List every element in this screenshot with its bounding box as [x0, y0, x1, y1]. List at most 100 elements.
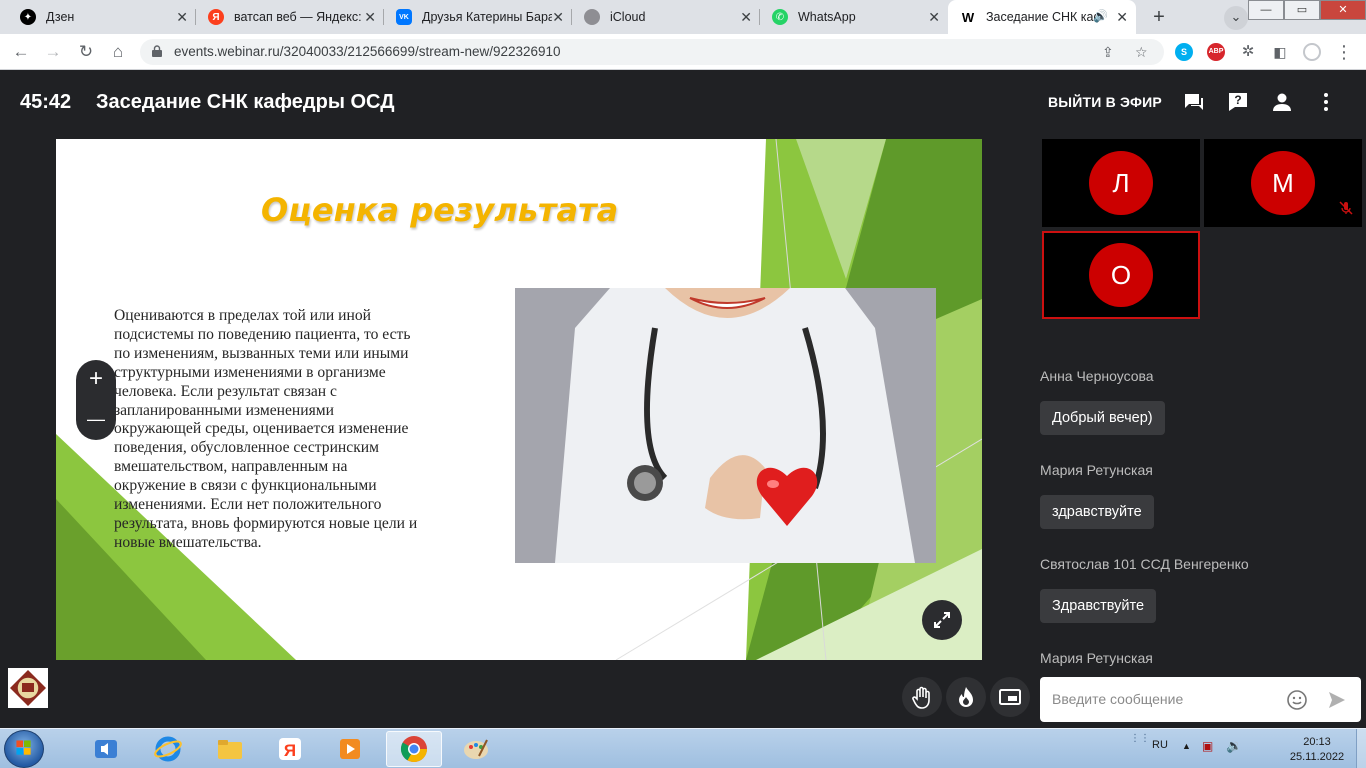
- speaker-icon[interactable]: 🔊: [1093, 9, 1108, 23]
- organization-logo: [8, 668, 48, 708]
- apple-icon: [584, 9, 600, 25]
- close-icon[interactable]: ✕: [928, 9, 940, 26]
- hand-icon: [912, 686, 930, 709]
- picture-in-picture-button[interactable]: [990, 677, 1030, 717]
- chat-input[interactable]: [1052, 689, 1272, 709]
- zoom-control: + —: [76, 360, 116, 440]
- side-panel-icon[interactable]: ◧: [1269, 41, 1291, 63]
- zoom-in-button[interactable]: +: [76, 360, 116, 400]
- yandex-icon: Я: [208, 9, 224, 25]
- show-desktop-button[interactable]: [1356, 729, 1366, 768]
- window-controls: — ▭ ✕: [1248, 0, 1366, 20]
- help-icon[interactable]: ?: [1226, 90, 1250, 114]
- clock-time: 20:13: [1303, 736, 1331, 748]
- forward-arrow-icon[interactable]: →: [42, 41, 64, 63]
- close-icon[interactable]: ✕: [740, 9, 752, 26]
- start-button[interactable]: [4, 730, 44, 768]
- share-icon[interactable]: ⇪: [1102, 44, 1114, 61]
- user-icon[interactable]: [1270, 90, 1294, 114]
- chat-author: Анна Черноусова: [1040, 368, 1154, 384]
- send-icon[interactable]: [1327, 690, 1347, 710]
- chat-message-field[interactable]: [1040, 677, 1361, 722]
- taskbar-media-player[interactable]: [78, 731, 134, 767]
- close-icon[interactable]: ✕: [552, 9, 564, 26]
- extensions-puzzle-icon[interactable]: ✲: [1237, 41, 1259, 63]
- skype-icon[interactable]: S: [1175, 43, 1193, 61]
- tab-icloud[interactable]: iCloud ✕: [572, 0, 760, 34]
- home-icon[interactable]: ⌂: [107, 41, 129, 63]
- university-seal-icon: [8, 668, 48, 708]
- close-icon[interactable]: ✕: [1116, 9, 1128, 26]
- adblock-icon[interactable]: ABP: [1207, 43, 1225, 61]
- browser-menu-icon[interactable]: ⋮: [1333, 41, 1355, 63]
- reload-icon[interactable]: ↻: [75, 41, 97, 63]
- tab-webinar-active[interactable]: W Заседание СНК каф 🔊 ✕: [948, 0, 1136, 34]
- mic-muted-icon: [1339, 201, 1353, 215]
- tab-title: Дзен: [46, 10, 75, 24]
- address-bar[interactable]: events.webinar.ru/32040033/212566699/str…: [140, 39, 1164, 65]
- tab-vk[interactable]: VK Друзья Катерины Бара ✕: [384, 0, 572, 34]
- participant-tile-speaking[interactable]: О: [1042, 231, 1200, 319]
- tab-title: ватсап веб — Яндекс: н: [234, 10, 364, 24]
- slide-body-text: Оцениваются в пределах той или иной подс…: [114, 307, 418, 551]
- profile-avatar[interactable]: [1301, 41, 1323, 63]
- yandex-browser-icon: Я: [279, 738, 301, 760]
- webinar-header: 45:42 Заседание СНК кафедры ОСД ВЫЙТИ В …: [0, 71, 1366, 133]
- chat-author: Святослав 101 ССД Венгеренко: [1040, 556, 1249, 572]
- bookmark-star-icon[interactable]: ☆: [1135, 44, 1148, 61]
- chat-author: Мария Ретунская: [1040, 462, 1153, 478]
- nurse-photo-illustration: [515, 288, 936, 563]
- speaker-app-icon: [95, 740, 117, 758]
- tab-dzen[interactable]: ✦ Дзен ✕: [8, 0, 196, 34]
- go-live-button[interactable]: ВЫЙТИ В ЭФИР: [1048, 94, 1162, 110]
- chat-icon[interactable]: [1182, 90, 1206, 114]
- tray-expand-chevron-icon[interactable]: ▲: [1182, 741, 1191, 751]
- participant-tile[interactable]: Л: [1042, 139, 1200, 227]
- chat-message: Добрый вечер): [1040, 401, 1165, 435]
- minimize-button[interactable]: —: [1248, 0, 1284, 20]
- volume-icon[interactable]: 🔉: [1226, 738, 1242, 754]
- taskbar-internet-explorer[interactable]: [140, 731, 196, 767]
- more-vertical-icon[interactable]: [1314, 90, 1338, 114]
- maximize-button[interactable]: ▭: [1284, 0, 1320, 20]
- browser-tab-strip: ✦ Дзен ✕ Я ватсап веб — Яндекс: н ✕ VK Д…: [0, 0, 1366, 34]
- raise-hand-button[interactable]: [902, 677, 942, 717]
- emoji-icon[interactable]: [1286, 689, 1308, 711]
- network-warning-icon[interactable]: ▣: [1202, 739, 1213, 753]
- page-title: Заседание СНК кафедры ОСД: [96, 91, 395, 113]
- tab-yandex[interactable]: Я ватсап веб — Яндекс: н ✕: [196, 0, 384, 34]
- close-window-button[interactable]: ✕: [1320, 0, 1366, 20]
- clock[interactable]: 20:13 25.11.2022: [1282, 735, 1352, 765]
- tab-title: WhatsApp: [798, 10, 856, 24]
- slide-title: Оценка результата: [261, 191, 619, 229]
- internet-explorer-icon: [154, 736, 182, 762]
- taskbar-file-explorer[interactable]: [202, 731, 258, 767]
- language-indicator[interactable]: RU: [1152, 739, 1168, 751]
- url-text[interactable]: events.webinar.ru/32040033/212566699/str…: [174, 44, 561, 59]
- windows-logo-icon: [16, 740, 31, 755]
- taskbar-chrome[interactable]: [386, 731, 442, 767]
- reaction-fire-button[interactable]: [946, 677, 986, 717]
- video-player-icon: [340, 739, 360, 759]
- close-icon[interactable]: ✕: [176, 9, 188, 26]
- taskbar-yandex-browser[interactable]: Я: [262, 731, 318, 767]
- fullscreen-button[interactable]: [922, 600, 962, 640]
- tab-search-chevron-icon[interactable]: ⌄: [1224, 6, 1248, 30]
- taskbar-video-player[interactable]: [322, 731, 378, 767]
- zoom-out-button[interactable]: —: [76, 400, 116, 440]
- tab-title: Друзья Катерины Бара: [422, 10, 552, 24]
- avatar: Л: [1089, 151, 1153, 215]
- expand-icon: [934, 612, 950, 628]
- lock-icon[interactable]: [152, 45, 162, 57]
- close-icon[interactable]: ✕: [364, 9, 376, 26]
- taskbar-paint[interactable]: [448, 731, 504, 767]
- chrome-icon: [400, 736, 428, 763]
- stream-timer: 45:42: [20, 91, 72, 113]
- back-arrow-icon[interactable]: ←: [10, 41, 32, 63]
- tab-title: iCloud: [610, 10, 646, 24]
- new-tab-button[interactable]: +: [1146, 5, 1172, 31]
- participant-tile[interactable]: М: [1204, 139, 1362, 227]
- dzen-icon: ✦: [20, 9, 36, 25]
- tab-whatsapp[interactable]: ✆ WhatsApp ✕: [760, 0, 948, 34]
- avatar: О: [1089, 243, 1153, 307]
